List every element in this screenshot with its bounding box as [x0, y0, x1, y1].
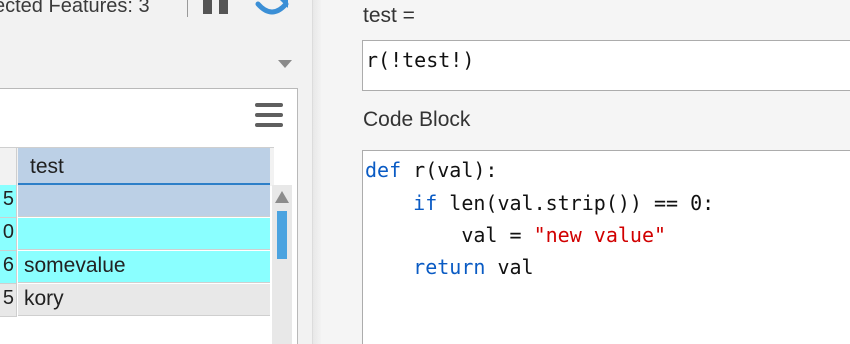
hamburger-menu-icon[interactable]: [255, 103, 283, 129]
row-id: 0: [2, 221, 14, 243]
attribute-table-pane: ected Features: 3 test 5 0 6 somevalue 5…: [0, 0, 312, 344]
test-cell[interactable]: kory: [18, 284, 270, 316]
test-value: somevalue: [24, 254, 126, 277]
row-id-cell[interactable]: 5: [0, 284, 17, 317]
row-id-cell[interactable]: 0: [0, 218, 17, 251]
row-id-cell[interactable]: 5: [0, 185, 17, 218]
code-block-label: Code Block: [363, 108, 471, 131]
grid-header-row: test: [0, 147, 274, 186]
grid-vertical-scrollbar[interactable]: [272, 185, 292, 344]
code-keyword: if: [413, 191, 438, 215]
field-expression-label: test =: [363, 4, 415, 27]
table-row[interactable]: 6 somevalue: [0, 251, 272, 284]
pause-icon[interactable]: [203, 0, 231, 14]
table-row[interactable]: 5: [0, 185, 272, 218]
scroll-up-icon[interactable]: [275, 191, 289, 203]
code-text: r(val):: [401, 158, 498, 182]
code-text: val =: [365, 223, 534, 247]
test-value: kory: [24, 287, 64, 310]
chevron-down-icon[interactable]: [278, 60, 292, 68]
code-string: "new value": [533, 223, 667, 247]
code-text: val: [485, 255, 534, 279]
code-keyword: return: [413, 255, 486, 279]
test-cell[interactable]: [18, 185, 270, 217]
header-col-objectid[interactable]: [0, 148, 17, 186]
row-id: 5: [2, 287, 14, 309]
column-header-label: test: [30, 155, 64, 178]
code-line-4: return val: [365, 255, 534, 279]
header-col-test[interactable]: test: [18, 148, 270, 186]
code-line-2: if len(val.strip()) == 0:: [365, 191, 714, 215]
row-id: 6: [2, 254, 14, 276]
selected-features-label: ected Features: 3: [0, 0, 150, 17]
expression-input[interactable]: r(!test!): [362, 40, 850, 91]
code-line-3: val = "new value": [365, 223, 666, 247]
app-window: ected Features: 3 test 5 0 6 somevalue 5…: [0, 0, 850, 344]
table-toolbar: ected Features: 3: [0, 0, 312, 24]
code-text: len(val.strip()) == 0:: [437, 191, 715, 215]
toolbar-separator: [187, 0, 188, 17]
table-row[interactable]: 5 kory: [0, 284, 272, 317]
row-id-cell[interactable]: 6: [0, 251, 17, 284]
code-line-1: def r(val):: [365, 158, 497, 182]
code-keyword: def: [365, 158, 402, 182]
table-row[interactable]: 0: [0, 218, 272, 251]
refresh-icon[interactable]: [254, 0, 290, 20]
code-block-editor[interactable]: def r(val): if len(val.strip()) == 0: va…: [362, 150, 850, 344]
scroll-thumb[interactable]: [277, 211, 287, 259]
test-cell[interactable]: somevalue: [18, 251, 270, 283]
expression-text: r(!test!): [366, 48, 475, 72]
test-cell[interactable]: [18, 218, 270, 250]
row-id: 5: [2, 188, 14, 210]
